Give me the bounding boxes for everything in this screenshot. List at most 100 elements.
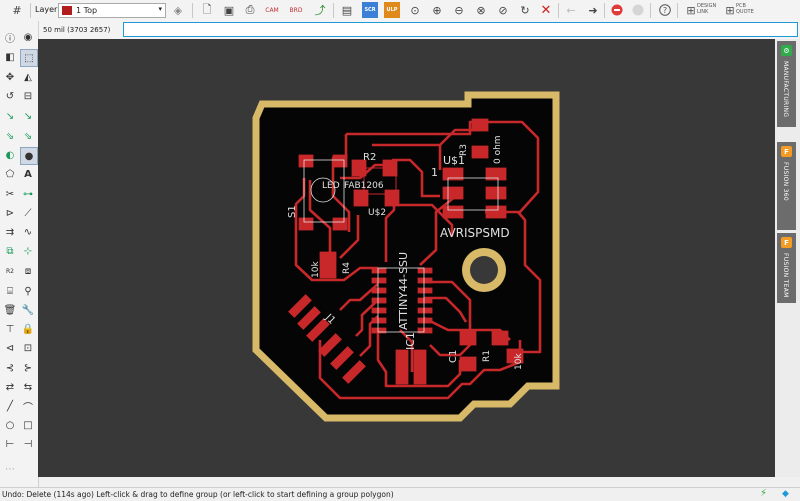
circle-icon[interactable]: ○ — [2, 417, 18, 433]
replace-icon[interactable]: ⇄ — [2, 379, 18, 395]
paste-icon[interactable]: ⊰ — [2, 360, 18, 376]
tab-fusion-360[interactable]: F FUSION 360 — [777, 142, 796, 230]
mirror-icon[interactable]: ◭ — [20, 69, 36, 85]
tab-manufacturing[interactable]: ⚙ MANUFACTURING — [777, 41, 796, 127]
redo-icon[interactable]: ➜ — [585, 2, 601, 18]
zoom-out-icon[interactable]: ⊖ — [451, 2, 467, 18]
layer-settings-icon[interactable]: ◧ — [2, 49, 18, 65]
stop-command-icon[interactable]: ◆ — [782, 489, 789, 499]
arc-icon[interactable]: ⌒ — [20, 398, 36, 414]
miter-icon[interactable]: ⊳ — [2, 205, 18, 221]
text-icon[interactable]: A — [20, 166, 36, 182]
pad — [459, 330, 477, 346]
pad — [371, 317, 387, 324]
smash-icon[interactable]: ⌸ — [2, 283, 18, 299]
new-file-icon[interactable]: 🗋 — [199, 2, 215, 18]
help-icon[interactable]: ? — [657, 2, 673, 18]
tag-tool-icon[interactable]: ⊲ — [2, 340, 18, 356]
zoom-in-icon[interactable]: ⊕ — [429, 2, 445, 18]
hole-icon[interactable]: ⊤ — [2, 321, 18, 337]
label-ic1: IC1 — [404, 332, 417, 350]
pad — [442, 186, 464, 200]
move-icon[interactable]: ✥ — [2, 69, 18, 85]
lightning-icon[interactable]: ⚡ — [760, 488, 767, 499]
line-draw-icon[interactable]: ╱ — [2, 398, 18, 414]
label-u2: U$2 — [368, 208, 386, 218]
lock-icon[interactable]: 🔒 — [20, 321, 36, 337]
cam-icon[interactable]: CAM — [264, 2, 280, 18]
rect-icon[interactable]: □ — [20, 417, 36, 433]
tab-label: MANUFACTURING — [782, 61, 789, 118]
rotate-icon[interactable]: ↺ — [2, 88, 18, 104]
brd-icon[interactable]: BRD — [288, 2, 304, 18]
pad — [332, 154, 348, 168]
zoom-fit-icon[interactable]: ⊙ — [407, 2, 423, 18]
mounting-hole-center — [470, 256, 498, 284]
tab-fusion-team[interactable]: F FUSION TEAM — [777, 233, 796, 303]
delete-icon[interactable]: 🗑 — [2, 302, 18, 318]
route-icon[interactable]: ↘ — [2, 108, 18, 124]
wire-icon[interactable]: ⊶ — [20, 186, 36, 202]
show-icon[interactable]: ◉ — [20, 29, 36, 45]
swap-icon[interactable]: ⇆ — [20, 379, 36, 395]
dimension-icon[interactable]: ⊣ — [20, 436, 36, 452]
script-icon[interactable]: SCR — [362, 2, 378, 18]
pad — [442, 205, 464, 219]
copy-icon[interactable]: ⊱ — [20, 360, 36, 376]
layer-select[interactable]: 1 Top ▾ — [58, 3, 166, 18]
save-icon[interactable]: ▣ — [221, 2, 237, 18]
redraw-icon[interactable]: ↻ — [517, 2, 533, 18]
divider — [558, 3, 559, 18]
ulp-icon[interactable]: ULP — [384, 2, 400, 18]
export-icon[interactable]: ⤴ — [312, 2, 328, 18]
left-toolbar: ⓘ ◉ ◧ ⬚ ✥ ◭ ↺ ⊟ ↘ ↘ ⇘ ⇘ ◐ ● ⬠ A ✂ ⊶ ⊳ ⟋ … — [0, 21, 39, 487]
go-icon[interactable] — [630, 2, 646, 18]
more-icon[interactable]: ⋯ — [2, 461, 18, 477]
command-input[interactable] — [123, 22, 798, 37]
wrench-icon[interactable]: 🔧 — [20, 302, 36, 318]
divider — [30, 3, 31, 18]
route-diff-icon[interactable]: ↘ — [20, 108, 36, 124]
polygon-icon[interactable]: ⬠ — [2, 166, 18, 182]
select-icon[interactable]: ⬚ — [20, 49, 38, 67]
tag-icon[interactable]: ◈ — [170, 2, 186, 18]
board-drawing[interactable]: S1 R2 LED FAB1206 R3 0 ohm U$1 1 U$2 AVR… — [38, 39, 775, 477]
zoom-area-icon[interactable]: ⊘ — [495, 2, 511, 18]
ripup-icon[interactable]: ◐ — [2, 147, 18, 163]
stop-icon[interactable] — [609, 2, 625, 18]
design-link-label[interactable]: DESIGN LINK — [697, 3, 719, 15]
drc-icon[interactable]: ⊡ — [20, 340, 36, 356]
line-icon[interactable]: ⟋ — [20, 205, 36, 221]
layer-value: 1 Top — [76, 6, 98, 15]
split-icon[interactable]: ✂ — [2, 186, 18, 202]
attribute-icon[interactable]: ⚲ — [20, 283, 36, 299]
board-canvas[interactable]: S1 R2 LED FAB1206 R3 0 ohm U$1 1 U$2 AVR… — [38, 39, 775, 477]
manufacturing-icon: ⚙ — [781, 45, 792, 56]
value-icon[interactable]: ⧈ — [20, 263, 36, 279]
label-ic: ATTINY44-SSU — [397, 252, 410, 330]
via-icon[interactable]: ● — [20, 147, 38, 165]
library-icon[interactable]: ▤ — [339, 2, 355, 18]
label-r2: R2 — [363, 152, 376, 163]
ratsnest-icon[interactable]: ✕ — [538, 2, 554, 18]
status-bar: Undo: Delete (114s ago) Left-click & dra… — [0, 487, 800, 501]
add-icon[interactable]: ⊹ — [20, 243, 36, 259]
meander-icon[interactable]: ⇘ — [20, 128, 36, 144]
print-icon[interactable]: ⎙ — [242, 2, 258, 18]
group-icon[interactable]: ⧉ — [2, 243, 18, 259]
label-pin-1: 1 — [431, 166, 438, 179]
undo-icon[interactable]: ← — [563, 2, 579, 18]
grid-icon[interactable]: # — [9, 2, 25, 18]
fanout-icon[interactable]: ⇘ — [2, 128, 18, 144]
pad — [491, 330, 509, 346]
meander-wave-icon[interactable]: ∿ — [20, 224, 36, 240]
name-icon[interactable]: R2 — [2, 263, 18, 279]
info-icon[interactable]: ⓘ — [2, 29, 18, 45]
divider — [677, 3, 678, 18]
optimize-icon[interactable]: ⇉ — [2, 224, 18, 240]
align-icon[interactable]: ⊟ — [20, 88, 36, 104]
hole-drill-icon[interactable]: ⊢ — [2, 436, 18, 452]
zoom-select-icon[interactable]: ⊗ — [473, 2, 489, 18]
fusion-icon: F — [781, 146, 792, 157]
pcb-quote-label[interactable]: PCB QUOTE — [736, 3, 756, 15]
